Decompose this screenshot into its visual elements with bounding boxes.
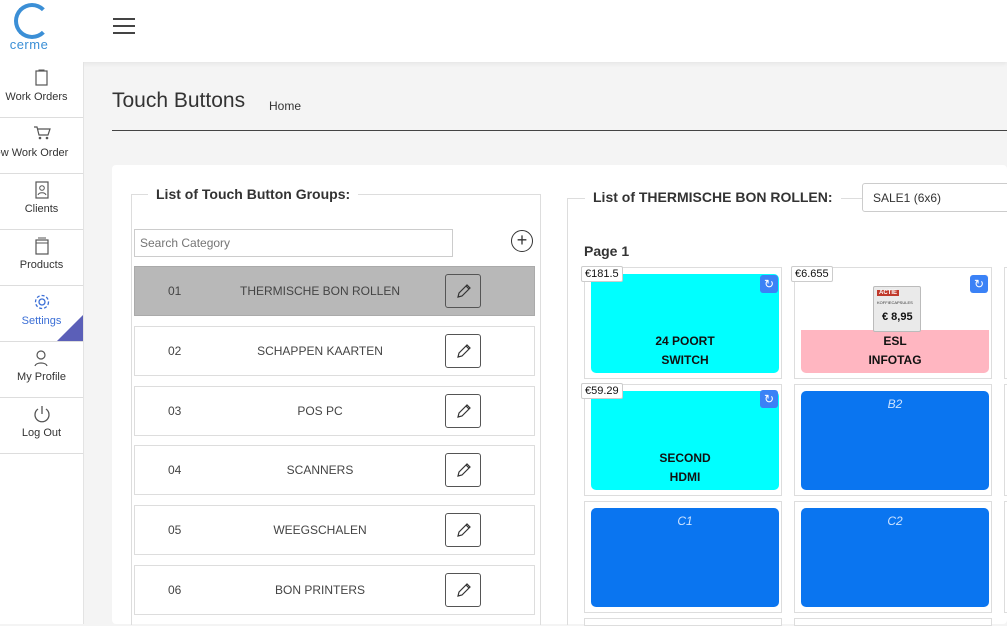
layout-select[interactable]: SALE1 (6x6) <box>862 183 1007 212</box>
sidebar-item-products[interactable]: Products <box>0 230 83 286</box>
touch-button-cell[interactable]: 24 POORT SWITCH €181.5 ↻ <box>581 266 782 379</box>
touch-button-cell[interactable]: B2 <box>794 384 992 496</box>
touch-button-label: HDMI <box>669 470 701 484</box>
touch-button-code: B2 <box>887 397 903 411</box>
contact-icon <box>0 174 83 203</box>
group-name: SCHAPPEN KAARTEN <box>257 344 383 358</box>
edit-group-button[interactable] <box>445 274 481 308</box>
group-name: WEEGSCHALEN <box>273 523 367 537</box>
power-icon <box>0 398 83 427</box>
sidebar-item-label: My Profile <box>17 371 66 383</box>
profile-icon <box>0 342 83 371</box>
touch-button[interactable]: C2 <box>801 508 989 607</box>
sidebar-item-label: Products <box>19 259 64 271</box>
group-row[interactable]: 04 SCANNERS <box>134 445 535 495</box>
sidebar-item-label: Log Out <box>21 427 62 439</box>
sidebar-item-my-profile[interactable]: My Profile <box>0 342 83 398</box>
sidebar-item-settings[interactable]: Settings <box>0 286 83 342</box>
touch-button[interactable]: B2 <box>801 391 989 490</box>
group-name: POS PC <box>297 404 343 418</box>
price-badge: €181.5 <box>581 266 623 282</box>
edit-group-button[interactable] <box>445 573 481 607</box>
refresh-icon[interactable]: ↻ <box>970 275 988 293</box>
touch-button-cell[interactable]: SECOND HDMI €59.29 ↻ <box>581 383 782 496</box>
groups-panel-title: List of Touch Button Groups: <box>148 186 359 202</box>
touch-button-label: SECOND <box>659 451 711 465</box>
touch-button[interactable]: 24 POORT SWITCH <box>591 274 779 373</box>
touch-button-code: C1 <box>677 514 693 528</box>
group-row[interactable]: 03 POS PC <box>134 386 535 436</box>
group-number: 03 <box>168 404 182 418</box>
sidebar-item-label: Work Orders <box>5 91 68 103</box>
clipboard-icon <box>0 62 83 91</box>
add-group-button[interactable]: + <box>511 230 533 252</box>
touch-button[interactable]: C1 <box>591 508 779 607</box>
esl-tag-image: ACTIE KOFFIECAPSULES € 8,95 <box>873 286 921 332</box>
refresh-icon[interactable]: ↻ <box>760 390 778 408</box>
edit-group-button[interactable] <box>445 394 481 428</box>
price-badge: €59.29 <box>581 383 623 399</box>
touch-button-cell[interactable]: C1 <box>584 501 782 613</box>
touch-button-cell[interactable]: C2 <box>794 501 992 613</box>
group-number: 05 <box>168 523 182 537</box>
box-icon <box>0 230 83 259</box>
group-number: 04 <box>168 463 182 477</box>
pencil-icon <box>457 404 471 418</box>
page-label: Page 1 <box>584 243 630 259</box>
top-bar: cerme <box>0 0 1007 62</box>
pencil-icon <box>457 523 471 537</box>
group-row[interactable]: 01 THERMISCHE BON ROLLEN <box>134 266 535 316</box>
group-row[interactable]: 05 WEEGSCHALEN <box>134 505 535 555</box>
logo[interactable]: cerme <box>6 3 54 55</box>
touch-button-label: 24 POORT <box>655 334 715 348</box>
cart-icon <box>0 118 83 147</box>
sidebar: Work Orders New Work Order Clients Produ… <box>0 62 84 624</box>
breadcrumb[interactable]: Home <box>269 99 301 113</box>
pencil-icon <box>457 583 471 597</box>
group-number: 02 <box>168 344 182 358</box>
gear-icon <box>0 286 83 315</box>
touch-button-code: C2 <box>887 514 903 528</box>
touch-button[interactable]: ACTIE KOFFIECAPSULES € 8,95 ESL INFOTAG <box>801 274 989 373</box>
edit-group-button[interactable] <box>445 453 481 487</box>
sidebar-item-log-out[interactable]: Log Out <box>0 398 83 454</box>
price-badge: €6.655 <box>791 266 833 282</box>
group-name: THERMISCHE BON ROLLEN <box>239 284 401 298</box>
touch-button-cell[interactable] <box>794 618 992 626</box>
refresh-icon[interactable]: ↻ <box>760 275 778 293</box>
sidebar-item-label: Clients <box>24 203 59 215</box>
sidebar-item-new-work-order[interactable]: New Work Order <box>0 118 83 174</box>
group-name: BON PRINTERS <box>274 583 365 597</box>
search-category-input[interactable] <box>134 229 453 257</box>
touch-button-label: SWITCH <box>661 353 709 367</box>
sidebar-item-work-orders[interactable]: Work Orders <box>0 62 83 118</box>
title-divider <box>112 130 1007 131</box>
logo-text: cerme <box>9 37 49 52</box>
touch-button-cell[interactable] <box>584 618 782 626</box>
sidebar-item-label: New Work Order <box>0 147 69 159</box>
pencil-icon <box>457 284 471 298</box>
pencil-icon <box>457 344 471 358</box>
group-row[interactable]: 02 SCHAPPEN KAARTEN <box>134 326 535 376</box>
pencil-icon <box>457 463 471 477</box>
group-number: 06 <box>168 583 182 597</box>
touch-button-label: ESL <box>883 334 907 348</box>
group-name: SCANNERS <box>286 463 354 477</box>
touch-button[interactable]: SECOND HDMI <box>591 391 779 490</box>
touch-button-cell[interactable]: ACTIE KOFFIECAPSULES € 8,95 ESL INFOTAG … <box>791 266 992 379</box>
touch-button-label: INFOTAG <box>868 353 922 367</box>
active-indicator <box>57 315 83 341</box>
buttons-panel-title: List of THERMISCHE BON ROLLEN: <box>585 189 841 205</box>
menu-toggle-icon[interactable] <box>113 18 135 36</box>
sidebar-item-clients[interactable]: Clients <box>0 174 83 230</box>
logo-mark-icon <box>14 3 50 39</box>
group-row[interactable]: 06 BON PRINTERS <box>134 565 535 615</box>
edit-group-button[interactable] <box>445 334 481 368</box>
edit-group-button[interactable] <box>445 513 481 547</box>
group-number: 01 <box>168 284 182 298</box>
page-title: Touch Buttons <box>112 89 246 112</box>
